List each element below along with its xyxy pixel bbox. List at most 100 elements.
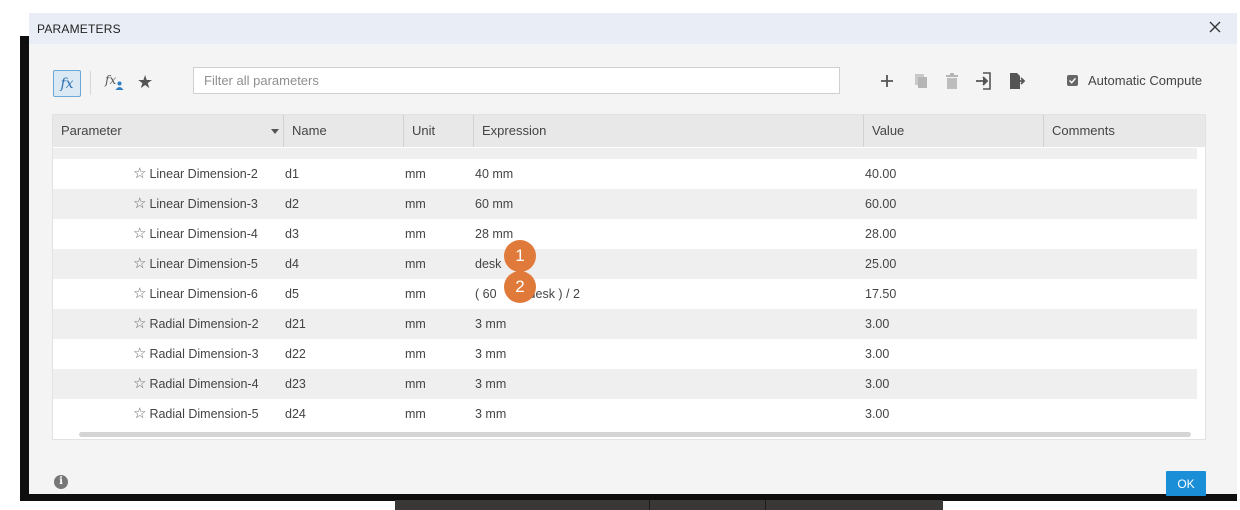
unit-cell: mm xyxy=(405,377,426,391)
column-header-parameter[interactable]: Parameter xyxy=(53,115,283,147)
horizontal-scrollbar[interactable] xyxy=(79,432,1191,437)
name-cell: d24 xyxy=(285,407,306,421)
table-row[interactable]: ☆ Linear Dimension-6 d5 mm ( 60 desk ) / 2… xyxy=(53,279,1197,309)
value-cell: 3.00 xyxy=(865,317,890,331)
table-row[interactable]: ☆ Linear Dimension-5 d4 mm desk 25.00 xyxy=(53,249,1197,279)
parameter-label: Linear Dimension-6 xyxy=(149,287,258,301)
favorite-star-icon[interactable]: ☆ xyxy=(133,165,146,182)
expression-cell[interactable]: desk xyxy=(475,249,501,279)
table-row[interactable]: ☆ Linear Dimension-4 d3 mm 28 mm 28.00 xyxy=(53,219,1197,249)
column-label: Unit xyxy=(412,123,436,138)
add-icon[interactable] xyxy=(877,71,897,91)
unit-cell: mm xyxy=(405,167,426,181)
favorite-star-icon[interactable]: ☆ xyxy=(133,315,146,332)
column-label: Parameter xyxy=(61,123,122,138)
parameters-table: Parameter Name Unit Expression Value Com… xyxy=(52,114,1206,440)
parameter-label: Radial Dimension-5 xyxy=(149,407,259,421)
expression-cell[interactable]: 60 mm xyxy=(475,189,513,219)
parameter-cell: ☆ Linear Dimension-6 xyxy=(133,279,258,309)
toolbar-divider xyxy=(90,71,91,95)
column-header-value[interactable]: Value xyxy=(863,115,1043,147)
parameter-cell: ☆ Linear Dimension-2 xyxy=(133,159,258,189)
automatic-compute-toggle[interactable]: Automatic Compute xyxy=(1067,73,1202,88)
dialog-title: PARAMETERS xyxy=(37,22,121,36)
value-cell: 28.00 xyxy=(865,227,897,241)
expression-cell[interactable]: 3 mm xyxy=(475,339,506,369)
export-icon[interactable] xyxy=(1006,71,1026,91)
unit-cell: mm xyxy=(405,197,426,211)
name-cell: d23 xyxy=(285,377,306,391)
value-cell: 60.00 xyxy=(865,197,897,211)
name-cell: d4 xyxy=(285,257,299,271)
automatic-compute-label: Automatic Compute xyxy=(1088,73,1203,88)
parameter-cell: ☆ Radial Dimension-5 xyxy=(133,399,259,429)
parameters-dialog: PARAMETERS fx fx ★ Automatic Compute xyxy=(29,13,1237,496)
expression-part: desk ) / 2 xyxy=(528,287,580,301)
parameter-label: Radial Dimension-4 xyxy=(149,377,259,391)
unit-cell: mm xyxy=(405,287,426,301)
name-cell: d1 xyxy=(285,167,299,181)
expression-cell[interactable]: 40 mm xyxy=(475,159,513,189)
callout-badge-1: 1 xyxy=(504,240,536,272)
automatic-compute-checkbox[interactable] xyxy=(1067,75,1078,86)
favorite-star-icon[interactable]: ☆ xyxy=(133,285,146,302)
value-cell: 3.00 xyxy=(865,407,890,421)
parameter-label: Linear Dimension-4 xyxy=(149,227,258,241)
value-cell: 40.00 xyxy=(865,167,897,181)
parameter-cell: ☆ Linear Dimension-5 xyxy=(133,249,258,279)
table-row[interactable]: ☆ Radial Dimension-4 d23 mm 3 mm 3.00 xyxy=(53,369,1197,399)
sort-caret-icon[interactable] xyxy=(271,129,279,134)
dialog-titlebar: PARAMETERS xyxy=(29,13,1237,44)
name-cell: d2 xyxy=(285,197,299,211)
unit-cell: mm xyxy=(405,257,426,271)
unit-cell: mm xyxy=(405,347,426,361)
ok-button[interactable]: OK xyxy=(1166,471,1206,496)
expression-part: ( 60 xyxy=(475,287,497,301)
column-label: Name xyxy=(292,123,327,138)
unit-cell: mm xyxy=(405,317,426,331)
parameter-label: Linear Dimension-2 xyxy=(149,167,258,181)
table-row[interactable]: ☆ Linear Dimension-2 d1 mm 40 mm 40.00 xyxy=(53,159,1197,189)
column-header-expression[interactable]: Expression xyxy=(473,115,863,147)
copy-icon[interactable] xyxy=(911,71,931,91)
function-icon[interactable]: fx xyxy=(53,70,81,97)
column-header-name[interactable]: Name xyxy=(283,115,403,147)
value-cell: 17.50 xyxy=(865,287,897,301)
value-cell: 3.00 xyxy=(865,377,890,391)
table-row-partial xyxy=(53,148,1197,159)
favorites-star-icon[interactable]: ★ xyxy=(137,72,153,93)
name-cell: d22 xyxy=(285,347,306,361)
column-header-unit[interactable]: Unit xyxy=(403,115,473,147)
favorite-star-icon[interactable]: ☆ xyxy=(133,375,146,392)
table-row[interactable]: ☆ Linear Dimension-3 d2 mm 60 mm 60.00 xyxy=(53,189,1197,219)
parameter-label: Linear Dimension-3 xyxy=(149,197,258,211)
expression-cell[interactable]: 3 mm xyxy=(475,399,506,429)
table-row[interactable]: ☆ Radial Dimension-5 d24 mm 3 mm 3.00 xyxy=(53,399,1197,429)
unit-cell: mm xyxy=(405,227,426,241)
filter-input[interactable] xyxy=(193,67,840,94)
favorite-star-icon[interactable]: ☆ xyxy=(133,405,146,422)
user-parameter-icon[interactable]: fx xyxy=(105,73,129,93)
favorite-star-icon[interactable]: ☆ xyxy=(133,345,146,362)
column-header-comments[interactable]: Comments xyxy=(1043,115,1205,147)
column-label: Expression xyxy=(482,123,547,138)
parameter-label: Linear Dimension-5 xyxy=(149,257,258,271)
table-row[interactable]: ☆ Radial Dimension-2 d21 mm 3 mm 3.00 xyxy=(53,309,1197,339)
parameter-cell: ☆ Radial Dimension-3 xyxy=(133,339,259,369)
info-icon[interactable]: i xyxy=(54,475,68,489)
unit-cell: mm xyxy=(405,407,426,421)
name-cell: d3 xyxy=(285,227,299,241)
expression-cell[interactable]: 3 mm xyxy=(475,369,506,399)
value-cell: 25.00 xyxy=(865,257,897,271)
parameter-label: Radial Dimension-2 xyxy=(149,317,259,331)
viewport-model-edge xyxy=(395,500,943,510)
table-body: ☆ Linear Dimension-2 d1 mm 40 mm 40.00 ☆ L… xyxy=(53,159,1197,429)
expression-cell[interactable]: 3 mm xyxy=(475,309,506,339)
table-row[interactable]: ☆ Radial Dimension-3 d22 mm 3 mm 3.00 xyxy=(53,339,1197,369)
delete-icon[interactable] xyxy=(942,71,962,91)
favorite-star-icon[interactable]: ☆ xyxy=(133,255,146,272)
favorite-star-icon[interactable]: ☆ xyxy=(133,225,146,242)
favorite-star-icon[interactable]: ☆ xyxy=(133,195,146,212)
import-icon[interactable] xyxy=(974,71,994,91)
close-icon[interactable] xyxy=(1207,19,1223,35)
